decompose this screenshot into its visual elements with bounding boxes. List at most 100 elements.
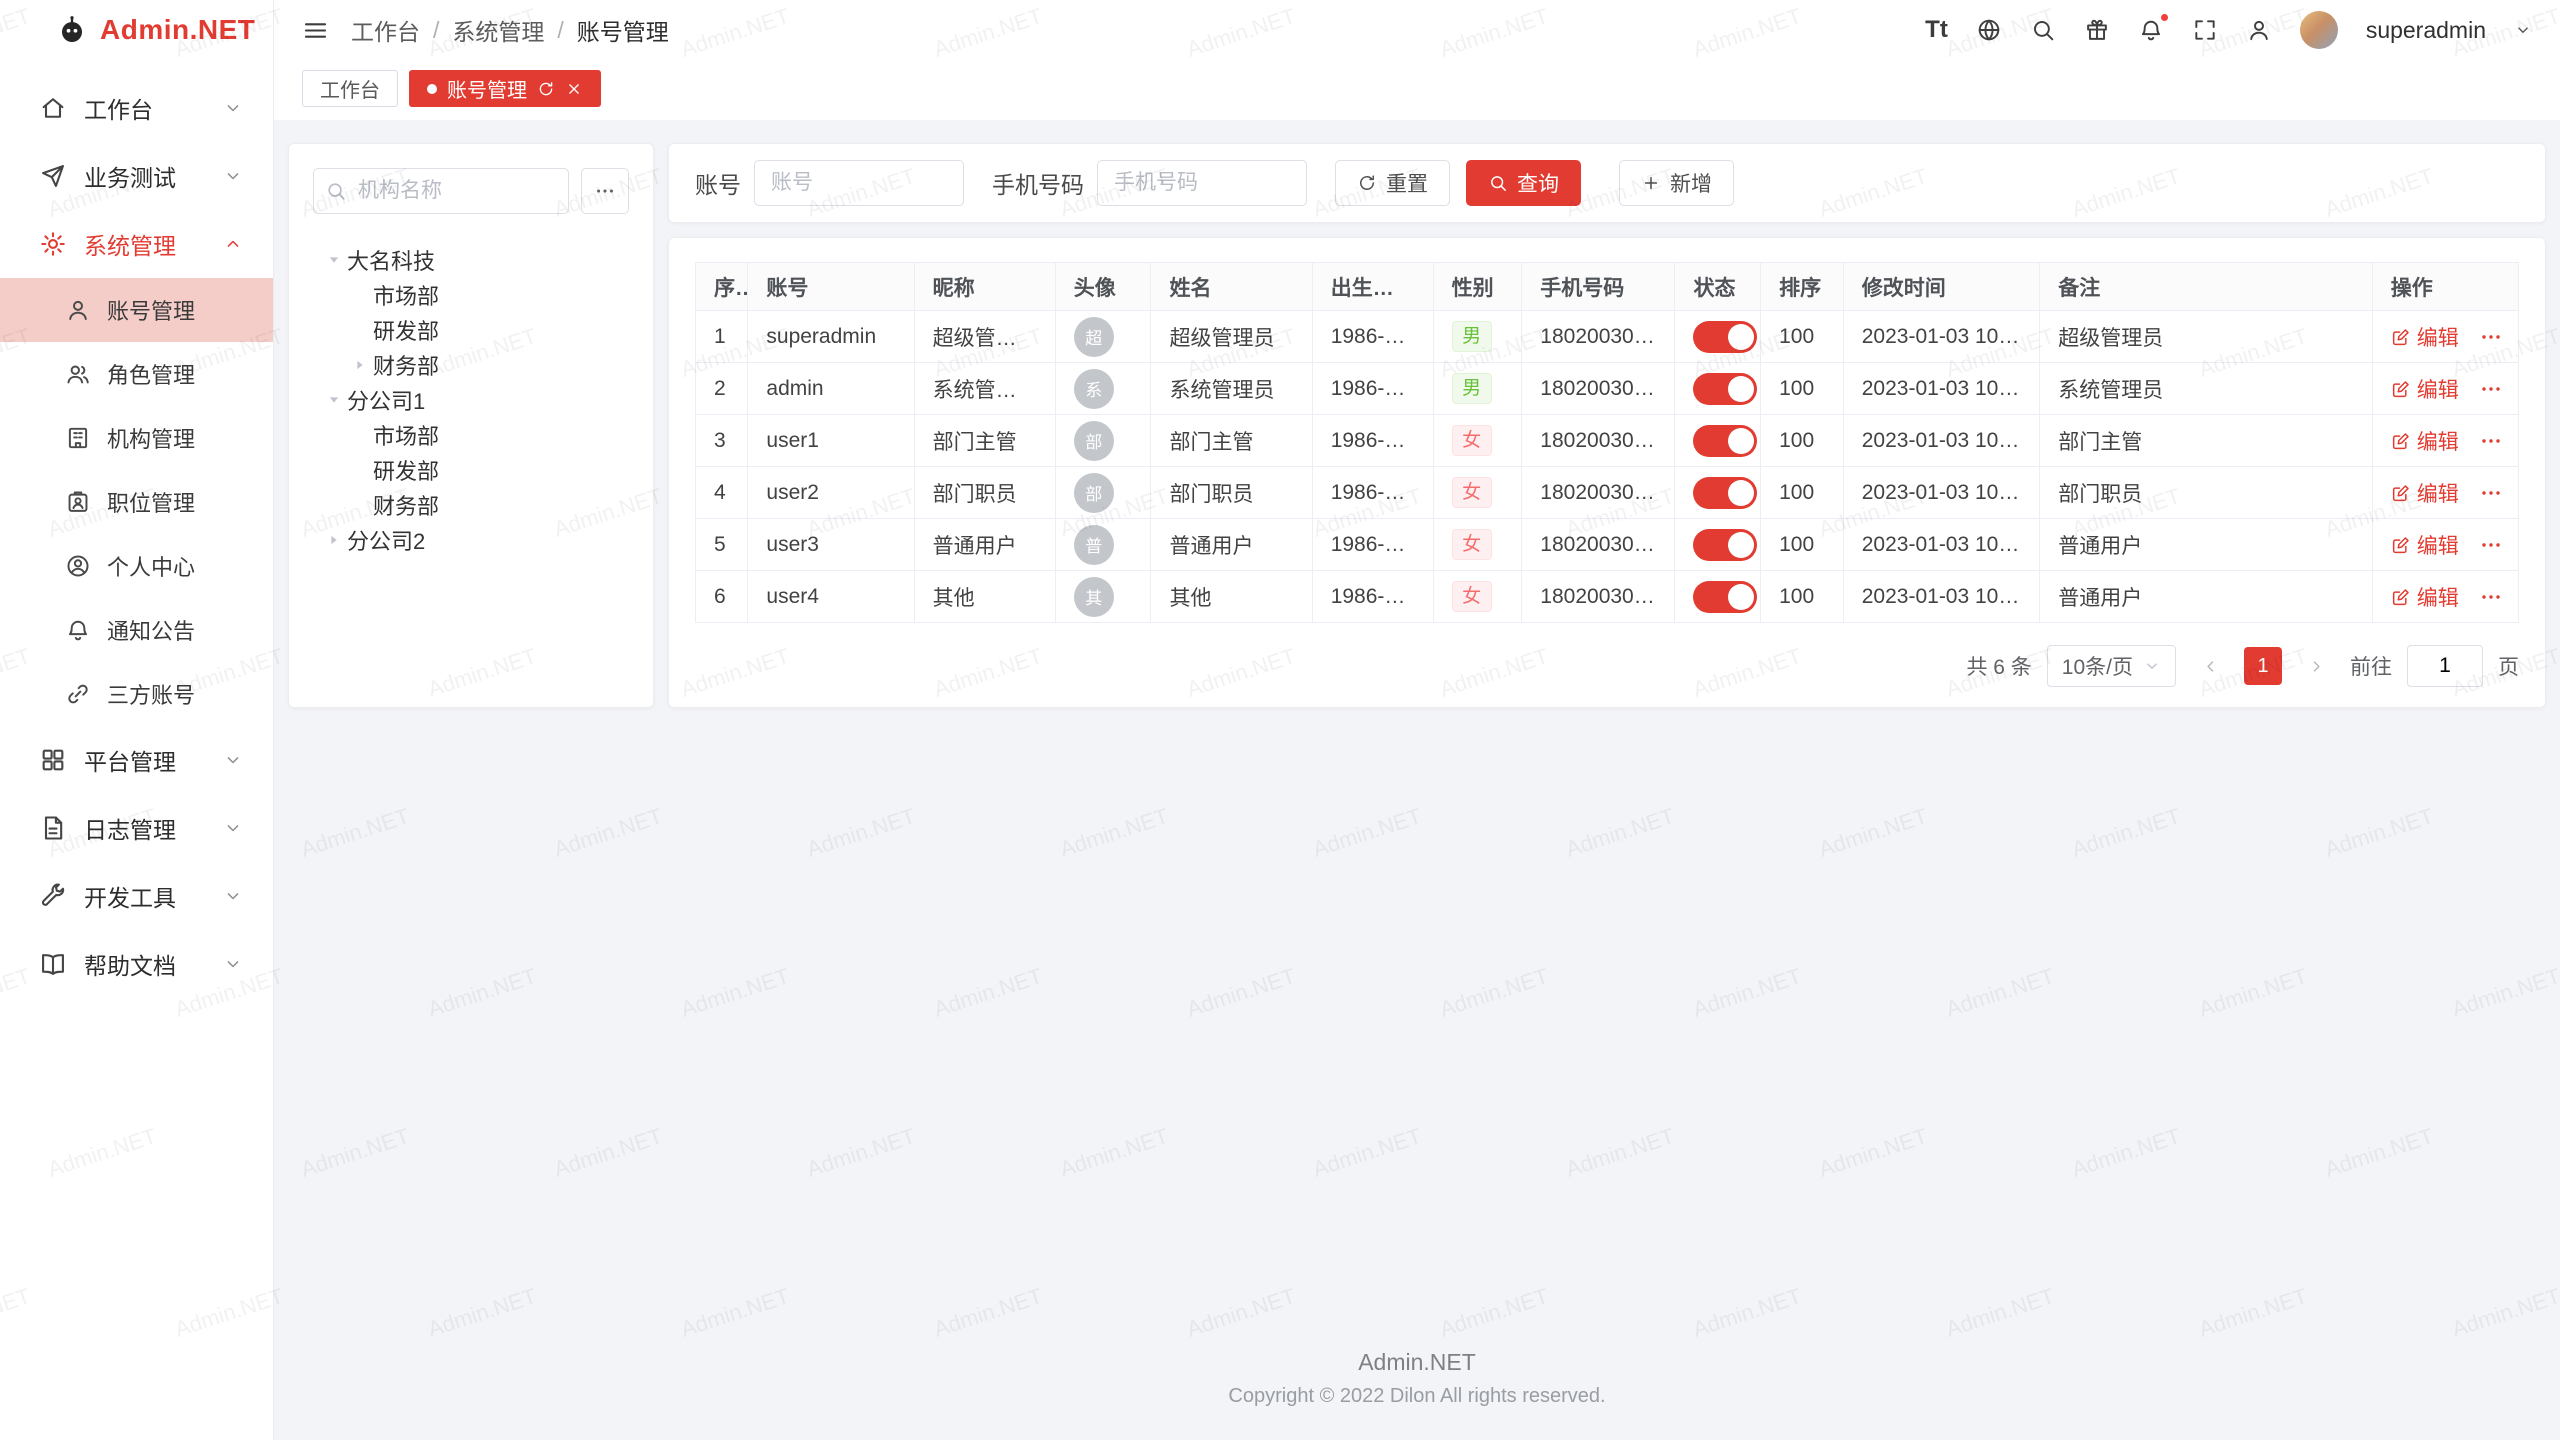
add-button[interactable]: 新增 [1619, 160, 1734, 206]
account-input[interactable] [754, 160, 964, 206]
bell-icon[interactable] [2138, 17, 2164, 43]
tree-node[interactable]: 分公司2 [313, 522, 629, 557]
sidebar-item-account-management[interactable]: 账号管理 [0, 278, 273, 342]
sidebar-item-workbench[interactable]: 工作台 [0, 74, 273, 142]
avatar[interactable] [2300, 11, 2338, 49]
chevron-down-icon[interactable] [2514, 21, 2532, 39]
sidebar-item-system-management[interactable]: 系统管理 [0, 210, 273, 278]
breadcrumb-item[interactable]: 系统管理 [452, 13, 544, 47]
sidebar-item-role-management[interactable]: 角色管理 [0, 342, 273, 406]
tree-node[interactable]: 财务部 [313, 487, 629, 522]
cell-phone: 18020030720 [1522, 467, 1675, 519]
edit-button[interactable]: 编辑 [2391, 478, 2459, 508]
goto-page-input[interactable] [2407, 645, 2483, 687]
edit-button[interactable]: 编辑 [2391, 374, 2459, 404]
page-size-select[interactable]: 10条/页 [2047, 645, 2176, 687]
fullscreen-icon[interactable] [2192, 17, 2218, 43]
caret-right-icon[interactable] [347, 352, 373, 378]
cell-account: admin [748, 363, 914, 415]
plus-icon [1641, 171, 1661, 195]
status-toggle[interactable] [1693, 477, 1757, 509]
cell-avatar: 部 [1055, 415, 1151, 467]
username[interactable]: superadmin [2366, 17, 2486, 44]
sidebar-item-business-test[interactable]: 业务测试 [0, 142, 273, 210]
tools-icon [39, 882, 67, 910]
font-size-icon[interactable]: Tt [1925, 16, 1948, 44]
search-icon[interactable] [2030, 17, 2056, 43]
search-icon [2030, 17, 2056, 43]
gender-tag: 女 [1452, 477, 1492, 508]
tree-node-label: 大名科技 [347, 244, 435, 276]
search-button[interactable]: 查询 [1466, 160, 1581, 206]
sidebar-item-position-management[interactable]: 职位管理 [0, 470, 273, 534]
tree-node[interactable]: 分公司1 [313, 382, 629, 417]
cell-gender: 女 [1433, 467, 1522, 519]
tree-node[interactable]: 大名科技 [313, 242, 629, 277]
row-more-button[interactable] [2479, 377, 2503, 401]
tree-node[interactable]: 市场部 [313, 417, 629, 452]
org-more-button[interactable] [581, 168, 629, 214]
row-more-button[interactable] [2479, 325, 2503, 349]
tree-node[interactable]: 研发部 [313, 452, 629, 487]
cell-avatar: 其 [1055, 571, 1151, 623]
edit-button[interactable]: 编辑 [2391, 530, 2459, 560]
content-row: 大名科技市场部研发部财务部分公司1市场部研发部财务部分公司2 账号 手机号码 [288, 143, 2546, 708]
status-toggle[interactable] [1693, 529, 1757, 561]
theme-icon[interactable] [2084, 17, 2110, 43]
refresh-icon [1357, 173, 1377, 193]
status-toggle[interactable] [1693, 321, 1757, 353]
caret-down-icon[interactable] [321, 247, 347, 273]
next-page-button[interactable] [2297, 647, 2335, 685]
edit-button[interactable]: 编辑 [2391, 322, 2459, 352]
header-icon-group: Tt [1925, 16, 2272, 44]
sidebar-item-third-party-account[interactable]: 三方账号 [0, 662, 273, 726]
current-page-button[interactable]: 1 [2244, 647, 2282, 685]
status-toggle[interactable] [1693, 581, 1757, 613]
chevron-down-icon [223, 954, 243, 974]
sidebar-item-platform-management[interactable]: 平台管理 [0, 726, 273, 794]
user-icon [65, 297, 91, 323]
row-more-button[interactable] [2479, 429, 2503, 453]
cell-name: 部门职员 [1151, 467, 1312, 519]
sidebar-item-org-management[interactable]: 机构管理 [0, 406, 273, 470]
tab-workbench[interactable]: 工作台 [302, 70, 398, 107]
gender-tag: 男 [1452, 321, 1492, 352]
org-search-input[interactable] [313, 168, 569, 214]
close-icon[interactable] [565, 80, 583, 98]
hamburger-icon[interactable] [302, 17, 329, 44]
sidebar-item-help-docs[interactable]: 帮助文档 [0, 930, 273, 998]
status-toggle[interactable] [1693, 373, 1757, 405]
row-more-button[interactable] [2479, 481, 2503, 505]
person-icon[interactable] [2246, 17, 2272, 43]
phone-input[interactable] [1097, 160, 1307, 206]
edit-button[interactable]: 编辑 [2391, 426, 2459, 456]
reset-button[interactable]: 重置 [1335, 160, 1450, 206]
cell-phone: 18020030720 [1522, 571, 1675, 623]
status-toggle[interactable] [1693, 425, 1757, 457]
prev-page-button[interactable] [2191, 647, 2229, 685]
sidebar-item-log-management[interactable]: 日志管理 [0, 794, 273, 862]
tree-node[interactable]: 市场部 [313, 277, 629, 312]
edit-button[interactable]: 编辑 [2391, 582, 2459, 612]
caret-down-icon[interactable] [321, 387, 347, 413]
logo[interactable]: Admin.NET [0, 0, 273, 60]
sidebar-item-dev-tools[interactable]: 开发工具 [0, 862, 273, 930]
refresh-icon[interactable] [537, 80, 555, 98]
cell-status [1675, 467, 1761, 519]
row-more-button[interactable] [2479, 533, 2503, 557]
language-icon[interactable] [1976, 17, 2002, 43]
cell-name: 系统管理员 [1151, 363, 1312, 415]
edit-icon [2391, 483, 2411, 503]
cell-gender: 女 [1433, 415, 1522, 467]
breadcrumb-item[interactable]: 账号管理 [577, 13, 669, 47]
profile-icon [65, 553, 91, 579]
tab-account-management[interactable]: 账号管理 [409, 70, 601, 107]
chevron-down-icon [223, 166, 243, 186]
row-more-button[interactable] [2479, 585, 2503, 609]
sidebar-item-notice-announcement[interactable]: 通知公告 [0, 598, 273, 662]
tree-node[interactable]: 财务部 [313, 347, 629, 382]
caret-right-icon[interactable] [321, 527, 347, 553]
sidebar-item-profile-center[interactable]: 个人中心 [0, 534, 273, 598]
tree-node[interactable]: 研发部 [313, 312, 629, 347]
breadcrumb-item[interactable]: 工作台 [351, 13, 420, 47]
